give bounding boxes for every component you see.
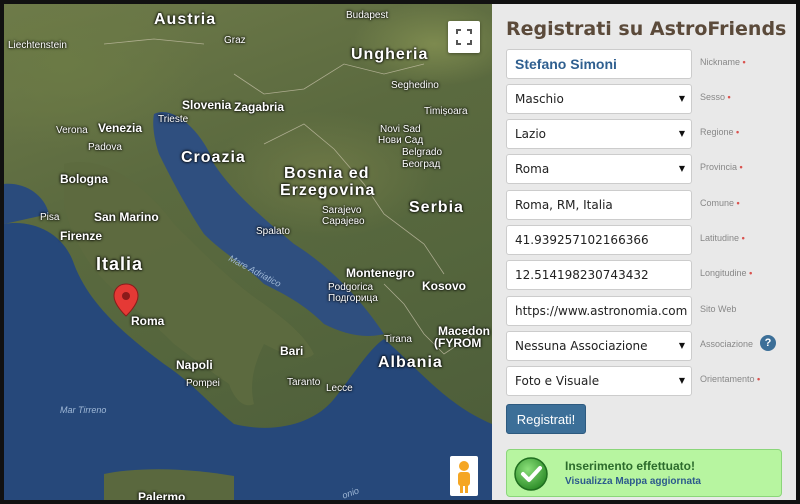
map-label-austria: Austria	[154, 11, 217, 28]
map-label-bari: Bari	[280, 344, 304, 358]
map-label-trieste: Trieste	[158, 114, 189, 125]
chevron-down-icon: ▼	[678, 164, 685, 173]
associazione-select[interactable]: Nessuna Associazione ▼	[506, 331, 692, 361]
success-alert: Inserimento effettuato! Visualizza Mappa…	[506, 449, 782, 497]
map-label-fyrom: (FYROM	[434, 336, 482, 350]
sito-web-input[interactable]: https://www.astronomia.com	[506, 296, 692, 326]
view-map-link[interactable]: Visualizza Mappa aggiornata	[565, 476, 701, 487]
map-label-firenze: Firenze	[60, 229, 103, 243]
fullscreen-icon	[456, 29, 472, 45]
latitudine-label: Latitudine •	[700, 233, 745, 243]
associazione-label: Associazione	[700, 339, 754, 349]
map-label-pisa: Pisa	[40, 212, 60, 223]
chevron-down-icon: ▼	[678, 341, 685, 350]
form-title: Registrati su AstroFriends	[506, 18, 787, 40]
map-label-slovenia: Slovenia	[182, 98, 232, 112]
provincia-label: Provincia •	[700, 162, 743, 172]
map-label-timisoara: Timișoara	[424, 106, 468, 117]
provincia-value: Roma	[515, 162, 550, 176]
map-label-novisad-cyr: Нови Сад	[378, 135, 424, 146]
regione-value: Lazio	[515, 127, 547, 141]
orientamento-row: Foto e Visuale ▼ Orientamento •	[506, 366, 796, 396]
sesso-select[interactable]: Maschio ▼	[506, 84, 692, 114]
app-frame: Austria Budapest Liechtenstein Graz Ungh…	[0, 0, 800, 504]
map-label-belgrado: Belgrado	[402, 147, 443, 158]
map-label-montenegro: Montenegro	[346, 266, 415, 280]
sito-web-label: Sito Web	[700, 304, 737, 314]
map-label-tirreno: Mar Tirreno	[60, 405, 107, 415]
associazione-value: Nessuna Associazione	[515, 339, 648, 353]
associazione-row: Nessuna Associazione ▼ Associazione	[506, 331, 796, 361]
map-label-italia: Italia	[96, 254, 144, 274]
alert-title: Inserimento effettuato!	[565, 459, 696, 473]
map-label-liechtenstein: Liechtenstein	[8, 40, 67, 51]
map-label-novisad: Novi Sad	[380, 124, 421, 135]
latitudine-row: 41.939257102166366 Latitudine •	[506, 225, 796, 255]
longitudine-row: 12.514198230743432 Longitudine •	[506, 260, 796, 290]
orientamento-label: Orientamento •	[700, 374, 761, 384]
map-label-tirana: Tirana	[384, 334, 412, 345]
comune-label: Comune •	[700, 198, 740, 208]
regione-label: Regione •	[700, 127, 740, 137]
chevron-down-icon: ▼	[678, 94, 685, 103]
nickname-row: Stefano Simoni Nickname •	[506, 49, 796, 79]
map-label-budapest: Budapest	[346, 10, 389, 21]
nickname-label: Nickname •	[700, 57, 746, 67]
regione-select[interactable]: Lazio ▼	[506, 119, 692, 149]
comune-input[interactable]: Roma, RM, Italia	[506, 190, 692, 220]
map-label-podgorica-cyr: Подгорица	[328, 293, 378, 304]
sesso-label: Sesso •	[700, 92, 731, 102]
provincia-select[interactable]: Roma ▼	[506, 154, 692, 184]
map-label-kosovo: Kosovo	[422, 279, 467, 293]
fullscreen-button[interactable]	[448, 21, 480, 53]
map-label-ungheria: Ungheria	[351, 46, 429, 63]
nickname-input[interactable]: Stefano Simoni	[506, 49, 692, 79]
longitudine-input[interactable]: 12.514198230743432	[506, 260, 692, 290]
map-label-sarajevo: Sarajevo	[322, 205, 362, 216]
latitudine-input[interactable]: 41.939257102166366	[506, 225, 692, 255]
orientamento-select[interactable]: Foto e Visuale ▼	[506, 366, 692, 396]
pegman-icon	[458, 461, 470, 493]
sesso-value: Maschio	[515, 92, 564, 106]
map-label-bosnia-2: Erzegovina	[280, 182, 376, 199]
sesso-row: Maschio ▼ Sesso •	[506, 84, 796, 114]
map-label-bologna: Bologna	[60, 172, 108, 186]
comune-row: Roma, RM, Italia Comune •	[506, 190, 796, 220]
map-label-albania: Albania	[378, 354, 443, 371]
map-label-croazia: Croazia	[181, 149, 246, 166]
chevron-down-icon: ▼	[678, 129, 685, 138]
map-label-san-marino: San Marino	[94, 210, 159, 224]
registrati-button[interactable]: Registrati!	[506, 404, 586, 434]
map-sea-layer	[4, 38, 492, 500]
map-label-padova: Padova	[88, 142, 122, 153]
chevron-down-icon: ▼	[678, 376, 685, 385]
map-label-podgorica: Podgorica	[328, 282, 374, 293]
map-label-verona: Verona	[56, 125, 88, 136]
map-label-sarajevo-cyr: Сарајево	[322, 216, 365, 227]
registration-panel: Registrati su AstroFriends Stefano Simon…	[492, 4, 796, 500]
map-label-graz: Graz	[224, 35, 246, 46]
map-label-belgrado-cyr: Београд	[402, 159, 441, 170]
check-circle-icon	[513, 456, 549, 492]
map-label-napoli: Napoli	[176, 358, 213, 372]
map-label-serbia: Serbia	[409, 199, 464, 216]
provincia-row: Roma ▼ Provincia •	[506, 154, 796, 184]
map-label-palermo: Palermo	[138, 490, 186, 500]
map-label-pompei: Pompei	[186, 378, 220, 389]
map-label-lecce: Lecce	[326, 383, 353, 394]
map-label-spalato: Spalato	[256, 226, 290, 237]
map-label-zagabria: Zagabria	[234, 100, 285, 114]
regione-row: Lazio ▼ Regione •	[506, 119, 796, 149]
map-label-seghedino: Seghedino	[391, 80, 439, 91]
orientamento-value: Foto e Visuale	[515, 374, 600, 388]
map-label-bosnia-1: Bosnia ed	[284, 165, 370, 182]
sito-web-row: https://www.astronomia.com Sito Web	[506, 296, 796, 326]
map-view[interactable]: Austria Budapest Liechtenstein Graz Ungh…	[4, 4, 492, 500]
street-view-button[interactable]	[450, 456, 478, 496]
help-icon[interactable]: ?	[760, 335, 776, 351]
longitudine-label: Longitudine •	[700, 268, 753, 278]
map-label-venezia: Venezia	[98, 121, 143, 135]
map-label-taranto: Taranto	[287, 377, 321, 388]
